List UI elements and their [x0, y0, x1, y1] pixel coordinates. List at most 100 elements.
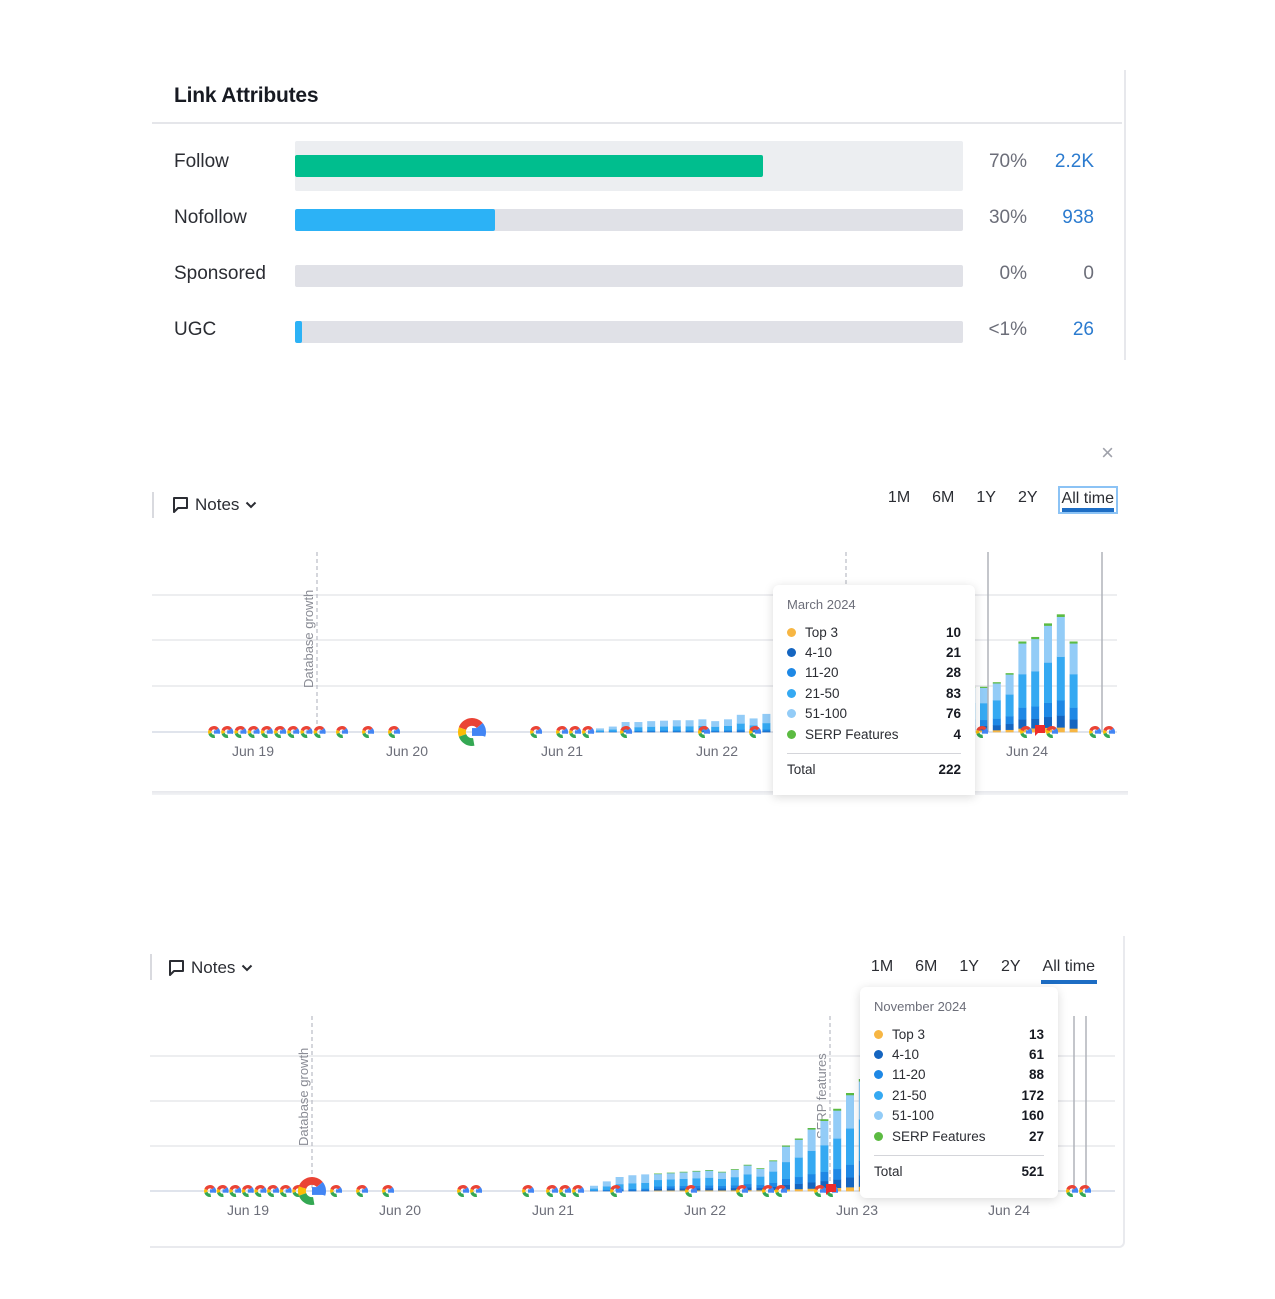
stacked-bar: [711, 721, 720, 733]
google-update-icon: [1020, 726, 1032, 738]
bar-segment: [718, 1185, 726, 1189]
bar-segment: [679, 1171, 688, 1173]
google-update-icon: [470, 1185, 482, 1197]
stacked-bar: [654, 1173, 662, 1192]
bar-segment: [705, 1188, 714, 1191]
series-name: Top 3: [892, 1026, 926, 1042]
bar-segment: [762, 729, 771, 732]
bar-segment: [846, 1177, 854, 1188]
card-title: Link Attributes: [174, 84, 319, 107]
series-value: 21: [945, 645, 961, 661]
bar-segment: [833, 1108, 842, 1111]
bar-segment: [1069, 728, 1078, 733]
range-tab-6m[interactable]: 6M: [913, 956, 939, 982]
attribute-count-link: 0: [1083, 263, 1094, 284]
attribute-row-ugc: UGC <1% 26: [152, 311, 1122, 351]
google-update-icon-large: [298, 1177, 326, 1205]
x-tick-label: Jun 24: [1006, 743, 1048, 759]
stacked-bar: [718, 1171, 726, 1192]
stacked-bar: [807, 1128, 816, 1192]
bar-segment: [1018, 643, 1027, 675]
attribute-count-link[interactable]: 2.2K: [1055, 151, 1094, 173]
bar-segment: [807, 1150, 816, 1175]
bar-segment: [641, 1182, 650, 1189]
range-tab-1m[interactable]: 1M: [886, 487, 912, 513]
bar-segment: [807, 1182, 816, 1189]
bar-segment: [666, 1172, 675, 1180]
bar-segment: [666, 1188, 675, 1191]
legend-dot-icon: [787, 668, 796, 678]
attribute-count-link[interactable]: 938: [1062, 207, 1094, 229]
attribute-label: Follow: [174, 151, 229, 172]
stacked-bar: [724, 719, 732, 733]
tooltip-row: 4-10 61: [874, 1044, 1044, 1064]
bar-segment: [602, 1181, 611, 1187]
attribute-count-link[interactable]: 26: [1073, 319, 1094, 341]
tooltip-row: 4-10 21: [787, 642, 961, 662]
bar-segment: [820, 1171, 829, 1182]
range-tab-1y[interactable]: 1Y: [974, 487, 998, 513]
google-update-icon: [260, 726, 273, 738]
stacked-bar: [992, 682, 1001, 733]
range-tab-2y[interactable]: 2Y: [1016, 487, 1040, 513]
range-tab-6m[interactable]: 6M: [930, 487, 956, 513]
stacked-bar: [833, 1108, 842, 1192]
google-update-icon: [457, 1185, 469, 1197]
bar-segment: [1031, 706, 1040, 719]
google-update-icon: [382, 1185, 394, 1197]
bar-segment: [666, 1186, 675, 1189]
notes-dropdown[interactable]: Notes: [172, 495, 257, 515]
bar-segment: [1069, 643, 1078, 675]
x-tick-label: Jun 23: [836, 1202, 878, 1218]
attribute-label: UGC: [174, 319, 217, 340]
bar-segment: [724, 719, 732, 726]
range-tab-2y[interactable]: 2Y: [999, 956, 1023, 982]
stacked-bar: [647, 721, 656, 733]
bar-segment: [794, 1157, 803, 1178]
bar-segment: [794, 1139, 803, 1158]
bar-segment: [1018, 707, 1027, 720]
stacked-bar: [602, 1181, 611, 1192]
stacked-bar: [685, 720, 694, 733]
bar-segment: [666, 1179, 675, 1187]
notes-dropdown[interactable]: Notes: [168, 958, 253, 978]
close-icon[interactable]: ×: [1101, 442, 1114, 464]
range-tab-all-time[interactable]: All time: [1040, 956, 1098, 984]
series-name: 4-10: [892, 1047, 920, 1063]
bar-segment: [1069, 719, 1078, 729]
bar-segment: [705, 1170, 714, 1171]
bar-segment: [1005, 674, 1014, 695]
legend-dot-icon: [874, 1111, 883, 1121]
x-tick-label: Jun 21: [532, 1202, 574, 1218]
google-update-icon: [254, 1185, 267, 1197]
legend-dot-icon: [787, 648, 796, 658]
chart-tooltip: November 2024 Top 3 13 4-10 61 11-20 88 …: [860, 987, 1058, 1198]
series-name: 4-10: [805, 645, 833, 661]
bar-segment: [992, 700, 1001, 719]
divider: [787, 753, 961, 755]
bar-segment: [846, 1094, 854, 1129]
tooltip-row: 11-20 88: [874, 1065, 1044, 1085]
bar-segment: [820, 1145, 829, 1172]
google-update-icon: [216, 1185, 229, 1197]
bar-segment: [762, 722, 771, 730]
google-update-icon: [247, 726, 260, 738]
google-update-icon: [300, 726, 313, 738]
bar-segment: [602, 1186, 611, 1190]
range-tab-all-time[interactable]: All time: [1057, 486, 1118, 514]
stacked-bar: [672, 720, 681, 733]
attribute-bar-fill: [295, 321, 302, 343]
google-update-icon: [241, 1185, 254, 1197]
bar-segment: [833, 1168, 842, 1180]
series-value: 76: [945, 706, 961, 722]
range-tab-1y[interactable]: 1Y: [957, 956, 981, 982]
bar-segment: [846, 1093, 854, 1096]
bar-segment: [634, 727, 643, 731]
stacked-bar: [660, 720, 668, 733]
bar-segment: [666, 1172, 675, 1174]
bar-segment: [992, 683, 1001, 701]
range-tabs: 1M 6M 1Y 2Y All time: [868, 486, 1118, 514]
range-tab-1m[interactable]: 1M: [869, 956, 895, 982]
google-update-icon: [572, 1185, 584, 1197]
attribute-row-nofollow: Nofollow 30% 938: [152, 199, 1122, 239]
